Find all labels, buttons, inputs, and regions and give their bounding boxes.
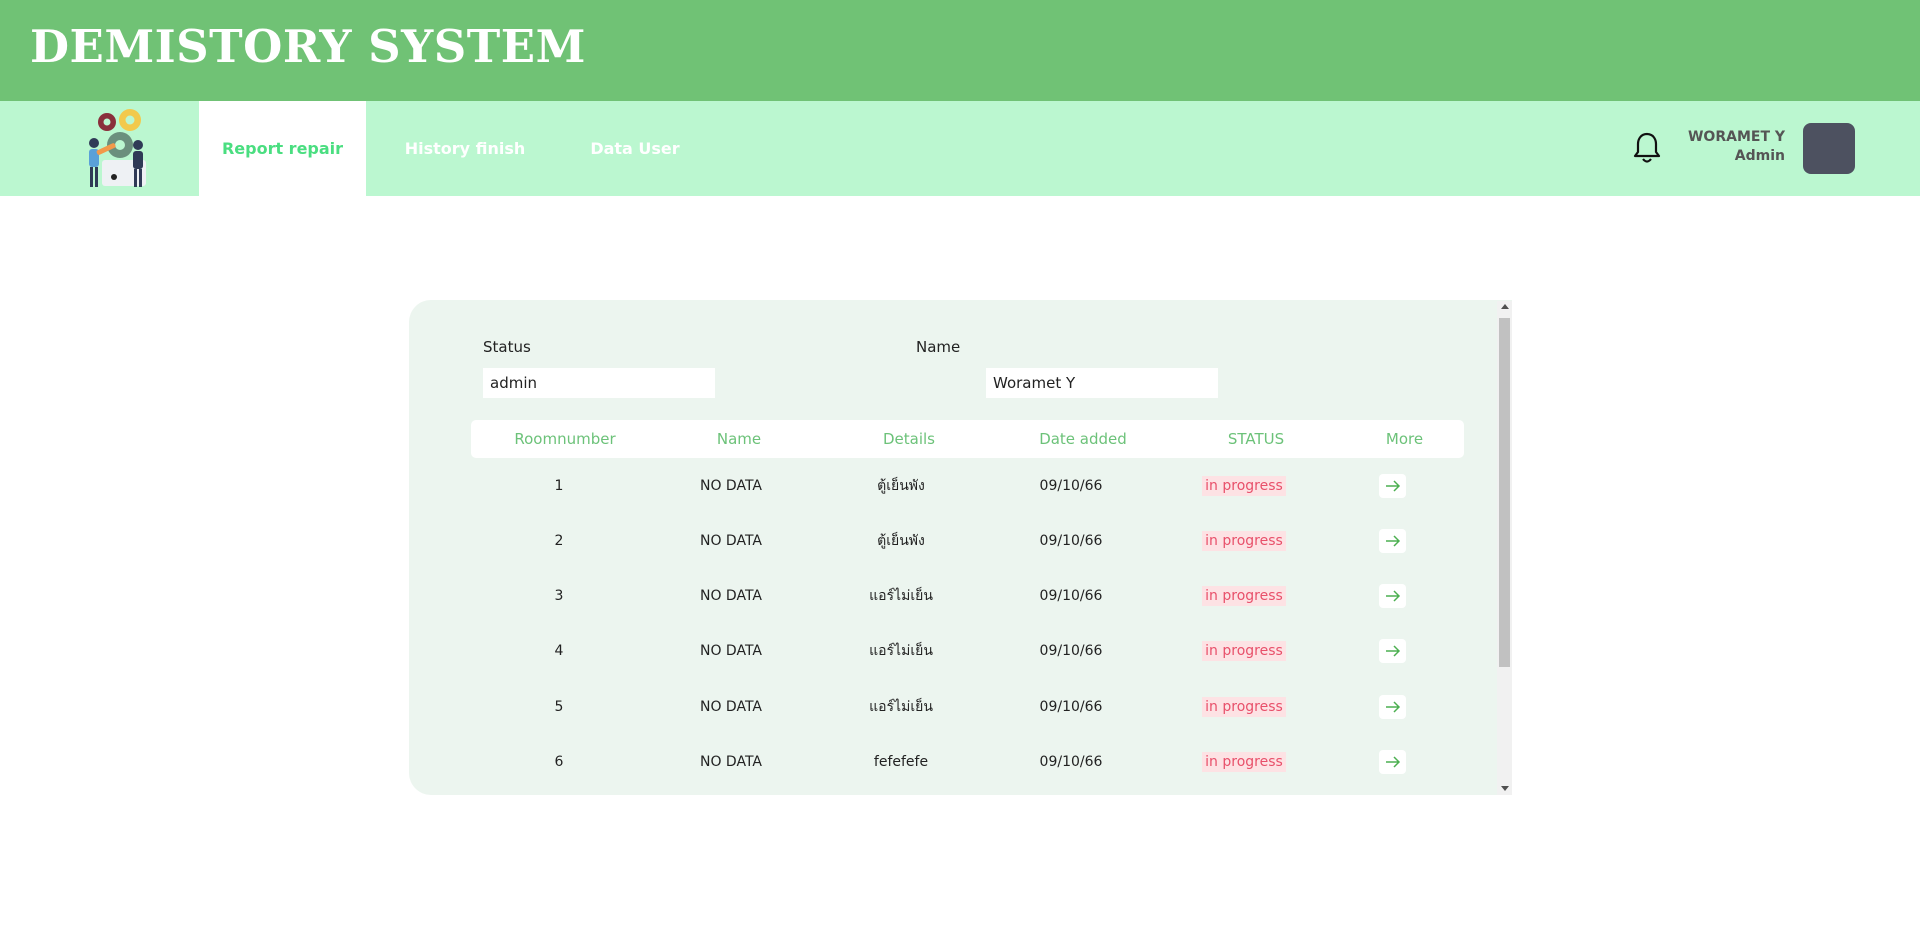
cell-roomnumber: 5 <box>554 699 564 715</box>
top-header: DEMISTORY SYSTEM <box>0 0 1920 101</box>
cell-details: fefefefe <box>873 754 929 770</box>
column-header-name: Name <box>716 430 762 448</box>
table-row: 2 NO DATA ตู้เย็นพัง 09/10/66 in progres… <box>471 521 1464 561</box>
table-row: 1 NO DATA ตู้เย็นพัง 09/10/66 in progres… <box>471 466 1464 506</box>
cell-name: NO DATA <box>699 643 762 659</box>
avatar[interactable] <box>1803 123 1855 174</box>
status-badge: in progress <box>1202 586 1286 606</box>
status-label: Status <box>483 338 531 356</box>
cell-name: NO DATA <box>699 588 762 604</box>
more-button[interactable] <box>1379 529 1406 553</box>
table-row: 3 NO DATA แอร์ไม่เย็น 09/10/66 in progre… <box>471 576 1464 616</box>
cell-details: ตู้เย็นพัง <box>877 533 925 549</box>
name-label: Name <box>916 338 961 356</box>
status-badge: in progress <box>1202 752 1286 772</box>
column-header-date-added: Date added <box>1039 430 1127 448</box>
status-field[interactable]: admin <box>483 368 715 398</box>
scroll-down-arrow-icon[interactable] <box>1501 786 1509 791</box>
cell-roomnumber: 1 <box>554 478 564 494</box>
more-button[interactable] <box>1379 474 1406 498</box>
tab-history-finish[interactable]: History finish <box>396 101 534 196</box>
more-button[interactable] <box>1379 695 1406 719</box>
cell-date-added: 09/10/66 <box>1039 754 1103 770</box>
table-row: 4 NO DATA แอร์ไม่เย็น 09/10/66 in progre… <box>471 631 1464 671</box>
bell-icon[interactable] <box>1632 131 1662 165</box>
cell-name: NO DATA <box>699 533 762 549</box>
panel-scrollbar[interactable] <box>1497 301 1512 795</box>
arrow-right-icon <box>1385 701 1400 713</box>
name-field[interactable]: Woramet Y <box>986 368 1218 398</box>
cell-roomnumber: 6 <box>554 754 564 770</box>
tab-data-user[interactable]: Data User <box>580 101 690 196</box>
cell-date-added: 09/10/66 <box>1039 643 1103 659</box>
arrow-right-icon <box>1385 535 1400 547</box>
cell-roomnumber: 4 <box>554 643 564 659</box>
repair-list-panel: Status admin Name Woramet Y Roomnumber N… <box>409 300 1512 795</box>
status-badge: in progress <box>1202 641 1286 661</box>
column-header-more: More <box>1385 430 1424 448</box>
cell-roomnumber: 3 <box>554 588 564 604</box>
more-button[interactable] <box>1379 639 1406 663</box>
table-row: 6 NO DATA fefefefe 09/10/66 in progress <box>471 742 1464 782</box>
status-badge: in progress <box>1202 697 1286 717</box>
cell-name: NO DATA <box>699 754 762 770</box>
cell-name: NO DATA <box>699 699 762 715</box>
tab-report-repair[interactable]: Report repair <box>199 101 366 196</box>
column-header-status: STATUS <box>1227 430 1285 448</box>
repair-team-logo <box>72 105 158 191</box>
user-name: WORAMET Y <box>1687 129 1785 145</box>
cell-details: แอร์ไม่เย็น <box>869 699 933 715</box>
cell-date-added: 09/10/66 <box>1039 588 1103 604</box>
scroll-up-arrow-icon[interactable] <box>1501 304 1509 309</box>
cell-date-added: 09/10/66 <box>1039 478 1103 494</box>
cell-details: แอร์ไม่เย็น <box>869 643 933 659</box>
column-header-roomnumber: Roomnumber <box>514 430 616 448</box>
cell-name: NO DATA <box>699 478 762 494</box>
more-button[interactable] <box>1379 750 1406 774</box>
cell-date-added: 09/10/66 <box>1039 699 1103 715</box>
arrow-right-icon <box>1385 480 1400 492</box>
cell-details: แอร์ไม่เย็น <box>869 588 933 604</box>
table-row: 5 NO DATA แอร์ไม่เย็น 09/10/66 in progre… <box>471 687 1464 727</box>
cell-details: ตู้เย็นพัง <box>877 478 925 494</box>
arrow-right-icon <box>1385 645 1400 657</box>
app-title: DEMISTORY SYSTEM <box>30 20 586 73</box>
cell-date-added: 09/10/66 <box>1039 533 1103 549</box>
arrow-right-icon <box>1385 756 1400 768</box>
status-badge: in progress <box>1202 531 1286 551</box>
more-button[interactable] <box>1379 584 1406 608</box>
arrow-right-icon <box>1385 590 1400 602</box>
column-header-details: Details <box>882 430 935 448</box>
cell-roomnumber: 2 <box>554 533 564 549</box>
navigation-bar: Report repair History finish Data User <box>0 101 1920 196</box>
table-header: Roomnumber Name Details Date added STATU… <box>471 420 1464 458</box>
status-badge: in progress <box>1202 476 1286 496</box>
scrollbar-thumb[interactable] <box>1499 318 1510 667</box>
user-role: Admin <box>1734 148 1785 164</box>
